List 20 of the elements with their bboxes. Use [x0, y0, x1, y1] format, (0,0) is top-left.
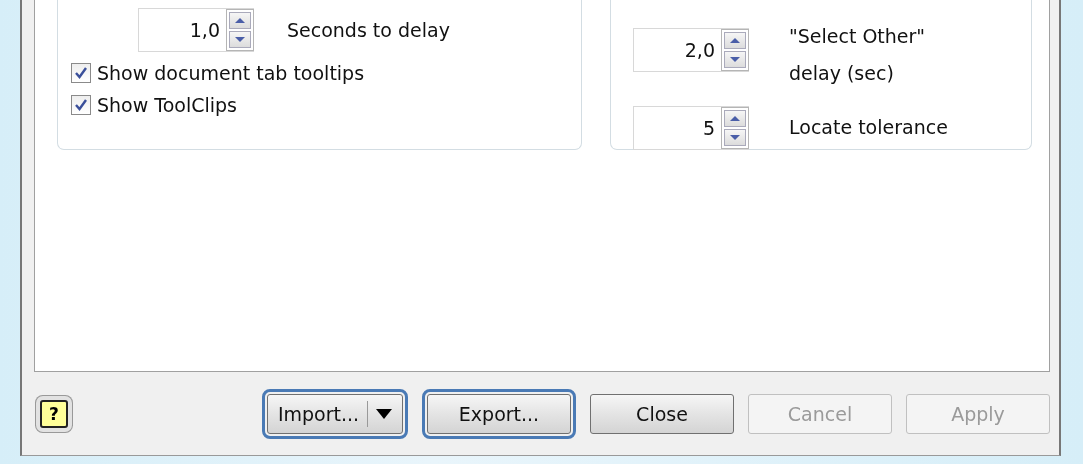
spin-down-button[interactable] — [724, 129, 746, 146]
spin-up-button[interactable] — [229, 12, 251, 29]
spin-up-button[interactable] — [724, 110, 746, 127]
spin-up-button[interactable] — [724, 32, 746, 49]
dialog-button[interactable]: Close — [590, 393, 734, 434]
caret-icon[interactable] — [376, 408, 393, 419]
dialog-button[interactable]: Export... — [427, 393, 571, 434]
number-spinner[interactable]: 2,0 — [633, 28, 749, 72]
spin-down-button[interactable] — [229, 31, 251, 48]
spinner-label: Locate tolerance — [789, 115, 948, 140]
dialog-button[interactable]: Import... — [267, 393, 403, 434]
spinner-label: "Select Other" delay (sec) — [789, 24, 926, 86]
checkbox-label: Show document tab tooltips — [97, 62, 365, 84]
checkbox[interactable] — [71, 95, 91, 115]
number-spinner[interactable]: 1,0 — [138, 8, 254, 52]
number-spinner[interactable]: 5 — [633, 106, 749, 150]
spinner-label: Seconds to delay — [287, 19, 450, 41]
checkbox-label: Show ToolClips — [97, 94, 237, 116]
checkbox[interactable] — [71, 63, 91, 83]
spin-down-button[interactable] — [724, 51, 746, 68]
